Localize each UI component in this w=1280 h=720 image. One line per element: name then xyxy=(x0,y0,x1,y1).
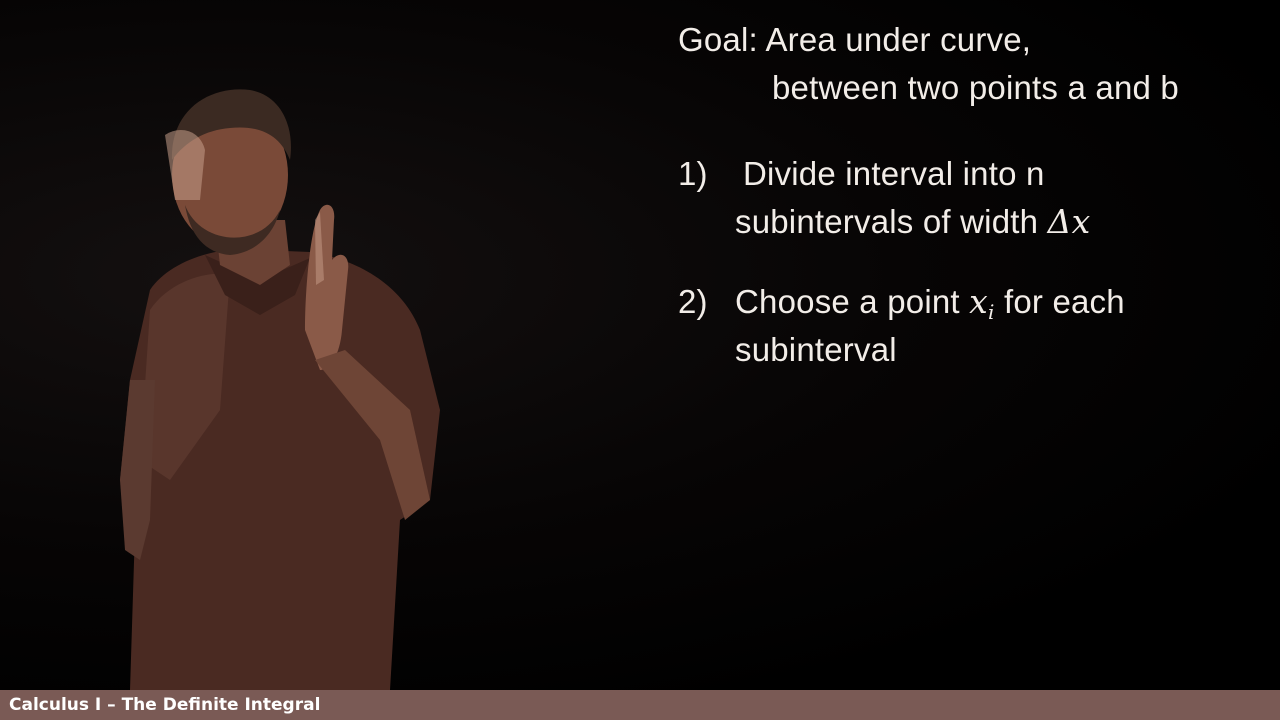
presenter-figure xyxy=(120,89,440,690)
step1-line2: subintervals of width Δx xyxy=(735,202,1090,242)
delta-x-math: Δx xyxy=(1047,202,1091,241)
goal-text: Area under curve, xyxy=(765,21,1032,58)
x-i-subscript: i xyxy=(987,300,995,324)
goal-label: Goal: xyxy=(678,21,758,58)
x-i-math: xi xyxy=(969,282,995,324)
step2-line1-text: Choose a point xyxy=(735,283,970,320)
goal-line: Goal: Area under curve, xyxy=(678,20,1031,60)
step1-number: 1) xyxy=(678,155,708,192)
x-i-base: x xyxy=(969,282,988,321)
step2-number: 2) xyxy=(678,283,708,320)
step2-line1-tail: for each xyxy=(994,283,1125,320)
footer-title: Calculus I – The Definite Integral xyxy=(9,695,321,715)
goal-line-2: between two points a and b xyxy=(772,68,1179,108)
step1-line2-text: subintervals of width xyxy=(735,203,1048,240)
footer-bar: Calculus I – The Definite Integral xyxy=(0,690,1280,720)
step1-line1: Divide interval into n xyxy=(743,155,1045,192)
slide-stage: Goal: Area under curve, between two poin… xyxy=(0,0,1280,690)
step2-line1: Choose a point xi for each xyxy=(735,282,1125,332)
goal-text-2: between two points a and b xyxy=(772,69,1179,106)
step2-line2: subinterval xyxy=(735,331,897,368)
